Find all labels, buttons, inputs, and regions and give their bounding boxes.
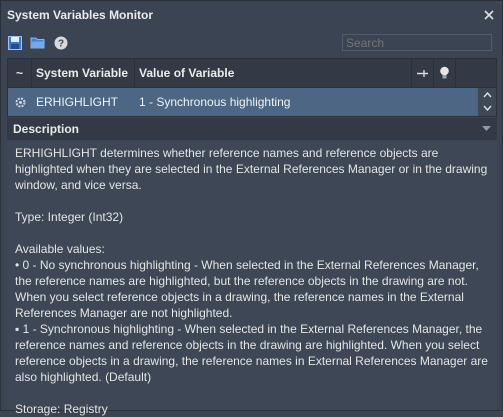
system-variables-monitor-window: System Variables Monitor ? Search ~ Syst… — [0, 0, 503, 416]
description-type: Type: Integer (Int32) — [15, 210, 124, 224]
chevron-down-icon — [483, 105, 492, 111]
help-button[interactable]: ? — [52, 34, 70, 52]
close-button[interactable] — [478, 4, 500, 26]
svg-text:?: ? — [58, 39, 64, 50]
triangle-down-icon — [482, 125, 491, 131]
description-value-1: ▪ 1 - Synchronous highlighting - When se… — [15, 322, 488, 384]
column-header-value[interactable]: Value of Variable — [135, 59, 412, 87]
gear-icon — [15, 97, 25, 107]
toolbar: ? — [1, 30, 502, 56]
row-variable-name: ERHIGHLIGHT — [36, 95, 119, 109]
grid-scrollbar[interactable] — [479, 88, 496, 116]
save-button[interactable] — [6, 34, 24, 52]
description-header[interactable]: Description — [7, 118, 497, 140]
open-folder-button[interactable] — [29, 34, 47, 52]
column-header-tip[interactable] — [434, 59, 456, 87]
description-body: ERHIGHLIGHT determines whether reference… — [7, 141, 497, 416]
pin-icon — [417, 69, 428, 77]
description-title: Description — [13, 122, 80, 136]
scroll-down-button[interactable] — [479, 101, 496, 114]
column-header-system-variable[interactable]: System Variable — [32, 59, 135, 87]
window-title: System Variables Monitor — [7, 7, 154, 22]
column-header-value-label: Value of Variable — [139, 66, 235, 80]
search-input[interactable] — [342, 34, 492, 51]
description-value-0: • 0 - No synchronous highlighting - When… — [15, 258, 479, 320]
close-icon — [484, 9, 494, 20]
collapse-toggle[interactable] — [482, 124, 491, 135]
column-header-pin[interactable] — [412, 59, 434, 87]
description-summary: ERHIGHLIGHT determines whether reference… — [15, 146, 488, 192]
table-row[interactable]: ERHIGHLIGHT 1 - Synchronous highlighting — [8, 88, 478, 116]
folder-icon — [30, 37, 45, 49]
system-variables-grid: ~ System Variable Value of Variable ERHI… — [7, 58, 497, 117]
column-header-system-variable-label: System Variable — [36, 66, 129, 80]
grid-header: ~ System Variable Value of Variable — [8, 59, 496, 88]
row-status-cell — [8, 88, 32, 116]
column-header-status[interactable]: ~ — [8, 59, 32, 87]
chevron-up-icon — [483, 91, 492, 97]
help-icon: ? — [54, 36, 68, 50]
row-variable-value: 1 - Synchronous highlighting — [139, 95, 291, 109]
lightbulb-icon — [440, 66, 449, 79]
column-header-status-label: ~ — [15, 66, 23, 80]
scroll-up-button[interactable] — [479, 88, 496, 101]
save-icon — [8, 36, 22, 50]
description-storage: Storage: Registry — [15, 402, 108, 416]
description-available-label: Available values: — [15, 242, 105, 256]
title-bar: System Variables Monitor — [1, 1, 502, 28]
